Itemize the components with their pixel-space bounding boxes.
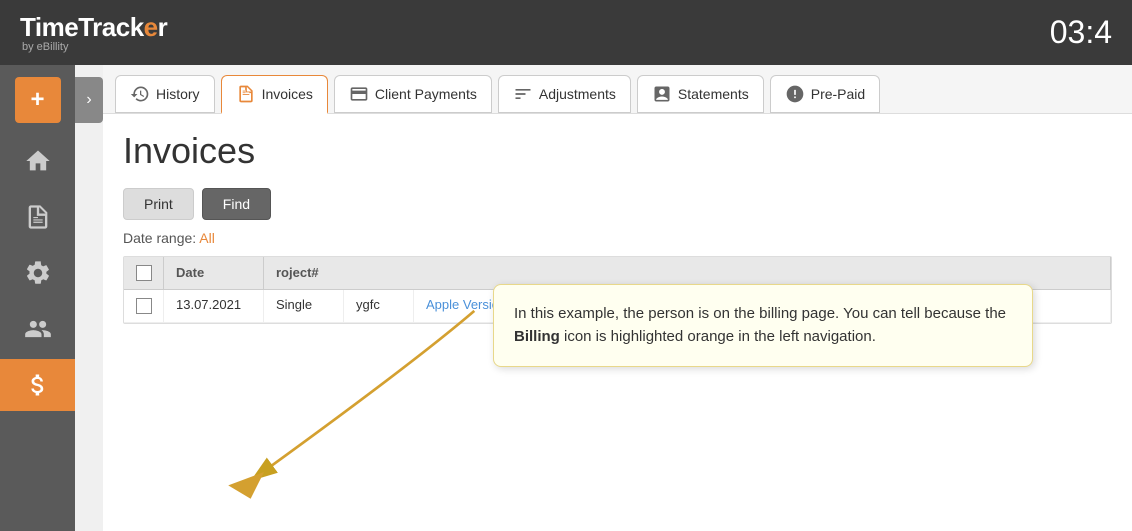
app-header: TimeTracker by eBillity 03:4: [0, 0, 1132, 65]
sidebar-item-team[interactable]: [0, 303, 75, 355]
action-bar: Print Find: [123, 188, 1112, 220]
main-layout: + ›: [0, 65, 1132, 531]
callout-text-before: In this example, the person is on the bi…: [514, 305, 1006, 322]
sidebar-nav: [0, 135, 75, 411]
td-checkbox[interactable]: [124, 290, 164, 322]
tab-bar: History Invoices Client Payments Adjustm…: [103, 65, 1132, 114]
home-icon: [24, 147, 52, 175]
tab-adjustments[interactable]: Adjustments: [498, 75, 631, 113]
date-range-label: Date range:: [123, 230, 196, 246]
callout-text-after: icon is highlighted orange in the left n…: [560, 328, 876, 345]
statements-icon: [652, 84, 672, 104]
billing-icon: [24, 371, 52, 399]
sidebar-item-settings[interactable]: [0, 247, 75, 299]
sidebar-item-reports[interactable]: [0, 191, 75, 243]
td-date: 13.07.2021: [164, 290, 264, 322]
team-icon: [24, 315, 52, 343]
sidebar-item-billing[interactable]: [0, 359, 75, 411]
tab-invoices-label: Invoices: [262, 86, 313, 102]
tab-invoices[interactable]: Invoices: [221, 75, 328, 114]
sidebar-expand-button[interactable]: ›: [75, 77, 103, 123]
tab-history-label: History: [156, 86, 200, 102]
invoices-icon: [236, 84, 256, 104]
sidebar-item-home[interactable]: [0, 135, 75, 187]
callout-box: In this example, the person is on the bi…: [493, 284, 1033, 367]
pre-paid-icon: [785, 84, 805, 104]
td-type: Single: [264, 290, 344, 322]
td-checkbox-inner: [136, 298, 152, 314]
tab-client-payments-label: Client Payments: [375, 86, 477, 102]
td-code: ygfc: [344, 290, 414, 322]
find-button[interactable]: Find: [202, 188, 271, 220]
date-range: Date range: All: [123, 230, 1112, 246]
th-checkbox-inner: [136, 265, 152, 281]
sidebar: +: [0, 65, 75, 531]
date-range-link[interactable]: All: [199, 230, 215, 246]
add-button[interactable]: +: [15, 77, 61, 123]
tab-history[interactable]: History: [115, 75, 215, 113]
callout-text-bold: Billing: [514, 328, 560, 345]
page-title: Invoices: [123, 130, 1112, 172]
page-content: Invoices Print Find Date range: All Date…: [103, 114, 1132, 531]
tab-pre-paid-label: Pre-Paid: [811, 86, 865, 102]
th-checkbox: [124, 257, 164, 289]
content-area: History Invoices Client Payments Adjustm…: [103, 65, 1132, 531]
tab-statements-label: Statements: [678, 86, 749, 102]
history-icon: [130, 84, 150, 104]
logo-area: TimeTracker by eBillity: [20, 12, 167, 53]
tab-pre-paid[interactable]: Pre-Paid: [770, 75, 880, 113]
adjustments-icon: [513, 84, 533, 104]
reports-icon: [24, 203, 52, 231]
client-payments-icon: [349, 84, 369, 104]
print-button[interactable]: Print: [123, 188, 194, 220]
tab-statements[interactable]: Statements: [637, 75, 764, 113]
header-clock: 03:4: [1050, 14, 1112, 51]
logo: TimeTracker: [20, 12, 167, 43]
th-date: Date: [164, 257, 264, 289]
logo-subtitle: by eBillity: [22, 41, 167, 53]
tab-adjustments-label: Adjustments: [539, 86, 616, 102]
settings-icon: [24, 259, 52, 287]
logo-accent: e: [144, 12, 158, 42]
tab-client-payments[interactable]: Client Payments: [334, 75, 492, 113]
